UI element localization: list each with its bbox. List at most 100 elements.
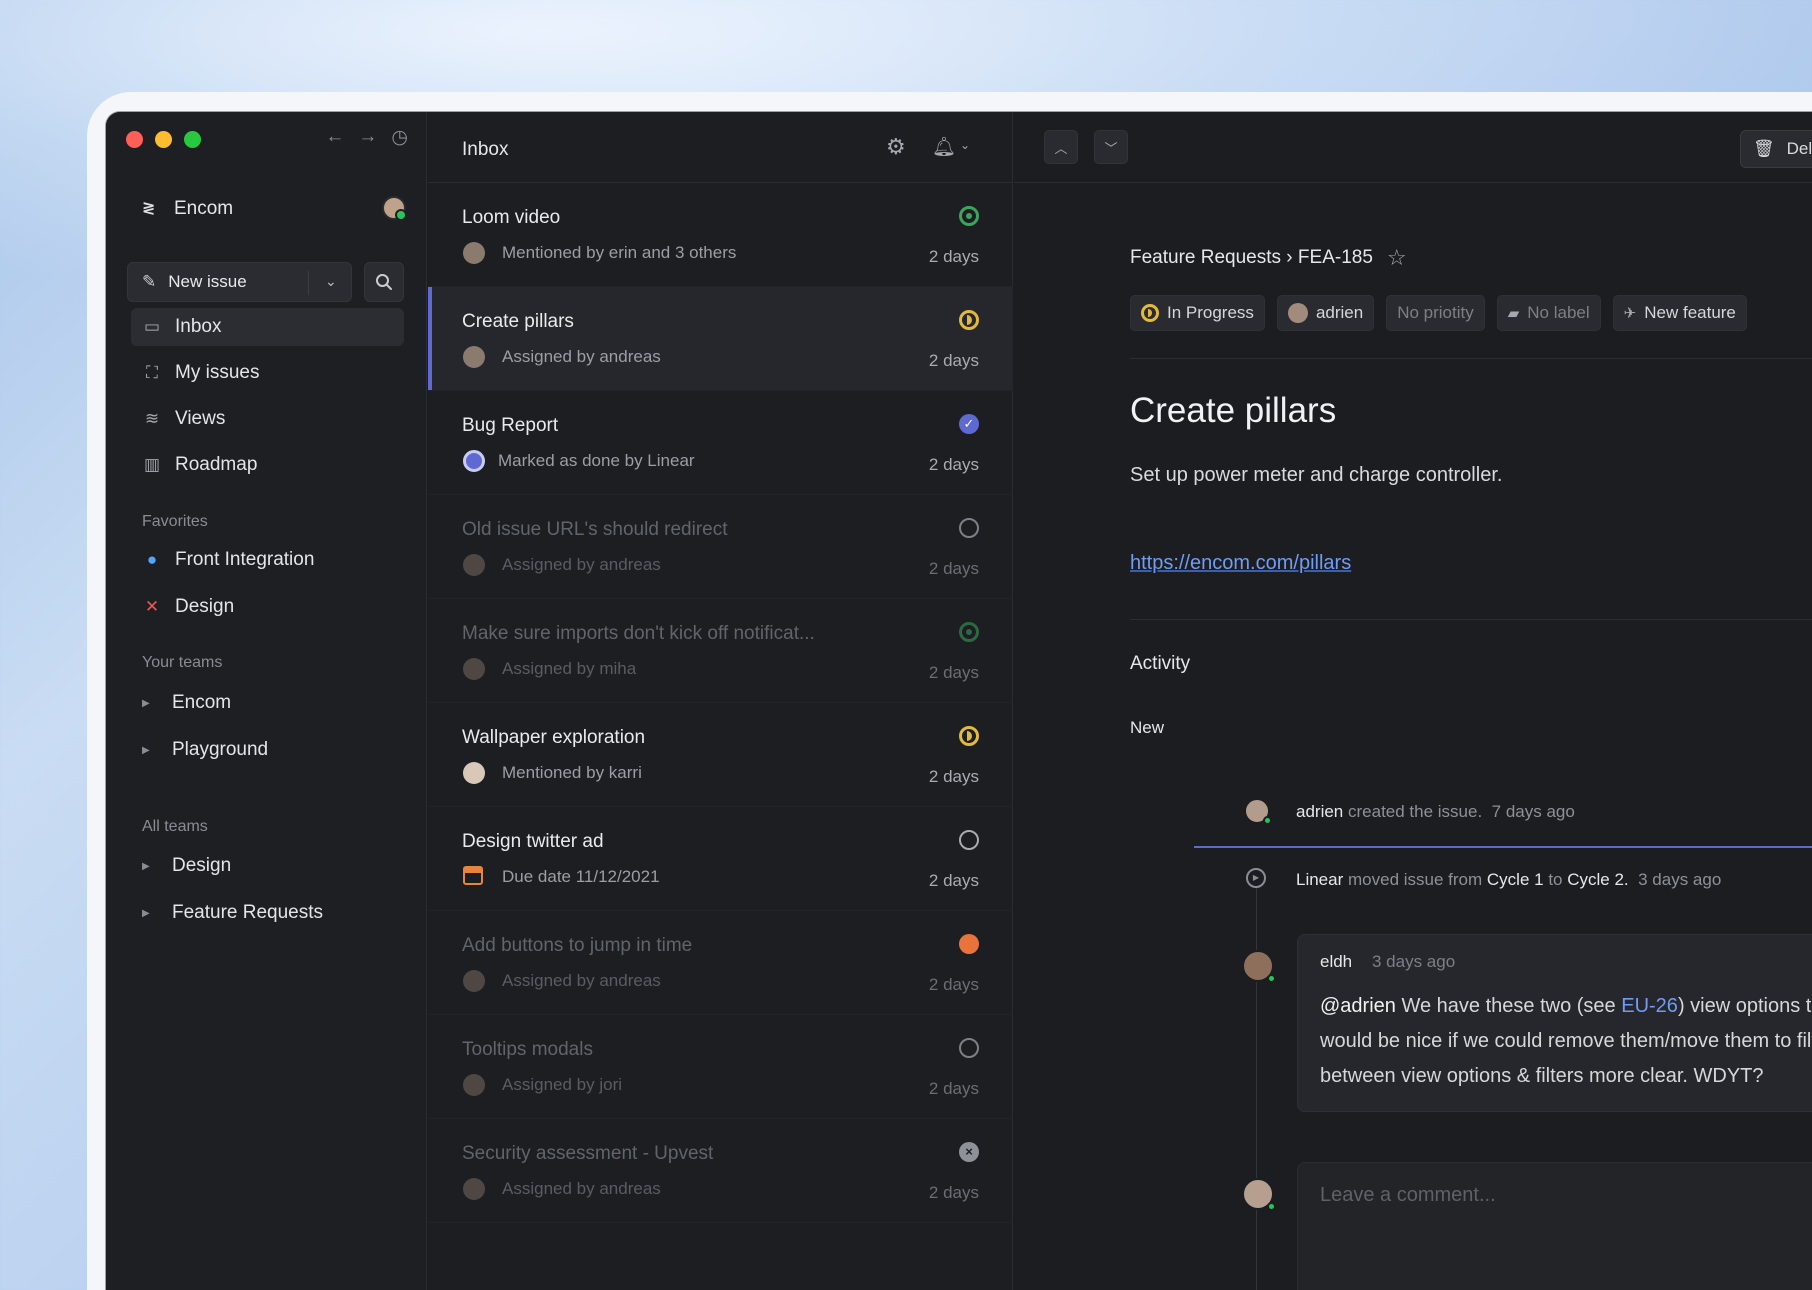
workspace-logo-icon: ≷	[142, 200, 156, 217]
team-item-encom[interactable]: ▶ Encom	[142, 692, 231, 714]
avatar	[463, 658, 485, 680]
next-issue-button[interactable]: ﹀	[1094, 130, 1128, 164]
breadcrumb-text[interactable]: Feature Requests › FEA-185	[1130, 247, 1373, 269]
inbox-item[interactable]: Design twitter ad Due date 11/12/2021 2 …	[428, 807, 1013, 911]
status-orange-icon	[959, 934, 979, 954]
avatar	[463, 554, 485, 576]
label-property[interactable]: ▰ No label	[1496, 295, 1601, 331]
sidebar-item-my-issues[interactable]: ⛶ My issues	[131, 354, 404, 392]
actor-name[interactable]: adrien	[1296, 802, 1343, 822]
history-clock-icon[interactable]: ◷	[391, 126, 408, 149]
issue-description[interactable]: Set up power meter and charge controller…	[1130, 464, 1502, 487]
mention[interactable]: @adrien	[1320, 995, 1396, 1017]
inbox-item[interactable]: Wallpaper exploration Mentioned by karri…	[428, 703, 1013, 807]
activity-time: 3 days ago	[1638, 870, 1722, 889]
avatar	[463, 1178, 485, 1200]
inbox-item-time: 2 days	[928, 975, 979, 994]
previous-issue-button[interactable]: ︿	[1044, 130, 1078, 164]
new-issue-divider	[308, 271, 309, 295]
status-done-icon: ✓	[959, 414, 979, 434]
issue-reference[interactable]: EU-26	[1621, 995, 1678, 1017]
minimize-window-button[interactable]	[155, 131, 172, 148]
delete-button[interactable]: 🗑︎ Dele	[1740, 130, 1812, 168]
cycle-icon: ▶	[1246, 868, 1266, 888]
team-item-playground[interactable]: ▶ Playground	[142, 739, 268, 761]
assignee-label: adrien	[1315, 303, 1364, 322]
chevron-down-icon[interactable]: ⌄	[960, 138, 970, 152]
issue-title[interactable]: Create pillars	[1130, 391, 1336, 431]
activity-text: moved issue from	[1348, 870, 1483, 889]
new-issue-button[interactable]: ✎ New issue ⌄	[127, 262, 352, 302]
back-arrow-icon[interactable]: ←	[325, 126, 344, 149]
inbox-item[interactable]: Bug Report Marked as done by Linear ✓ 2 …	[428, 391, 1013, 495]
sidebar-item-views[interactable]: ≋ Views	[131, 400, 404, 438]
inbox-item[interactable]: Security assessment - Upvest Assigned by…	[428, 1119, 1013, 1223]
inbox-item-subtitle: Assigned by miha	[502, 659, 637, 678]
maximize-window-button[interactable]	[184, 131, 201, 148]
inbox-item[interactable]: Add buttons to jump in time Assigned by …	[428, 911, 1013, 1015]
inbox-item-selected[interactable]: Create pillars Assigned by andreas 2 day…	[428, 287, 1013, 391]
team-label: Playground	[172, 739, 269, 760]
cycle-from[interactable]: Cycle 1	[1487, 870, 1544, 890]
team-item-feature-requests[interactable]: ▶ Feature Requests	[142, 902, 323, 924]
avatar	[1242, 950, 1276, 983]
team-item-design[interactable]: ▶ Design	[142, 855, 231, 877]
timeline-line	[1256, 872, 1257, 1290]
inbox-item-time: 2 days	[928, 247, 979, 266]
status-in-progress-icon	[959, 726, 979, 746]
sidebar-item-design-favorite[interactable]: ✕ Design	[131, 588, 404, 626]
user-avatar[interactable]	[382, 196, 407, 221]
priority-property[interactable]: No priotity	[1386, 295, 1485, 331]
inbox-item-title: Design twitter ad	[462, 831, 604, 852]
actor-name[interactable]: Linear	[1296, 870, 1343, 890]
inbox-item[interactable]: Tooltips modals Assigned by jori 2 days	[428, 1015, 1013, 1119]
cycle-to[interactable]: Cycle 2.	[1567, 870, 1628, 890]
your-teams-heading: Your teams	[142, 654, 223, 671]
inbox-icon: ▭	[143, 317, 161, 336]
inbox-item-subtitle: Assigned by andreas	[502, 1179, 661, 1198]
sidebar-item-front-integration[interactable]: ● Front Integration	[131, 541, 404, 579]
workspace-switcher[interactable]: ≷ Encom	[142, 198, 233, 220]
comment-author[interactable]: eldh	[1320, 952, 1352, 972]
inbox-item-title: Bug Report	[462, 415, 559, 436]
comment-placeholder: Leave a comment...	[1320, 1184, 1496, 1206]
inbox-item-time: 2 days	[928, 455, 979, 474]
sidebar-item-roadmap[interactable]: ▥ Roadmap	[131, 446, 404, 484]
search-button[interactable]	[364, 262, 404, 302]
avatar	[463, 242, 485, 264]
close-window-button[interactable]	[126, 131, 143, 148]
forward-arrow-icon[interactable]: →	[358, 126, 377, 149]
inbox-item-subtitle: Assigned by andreas	[502, 555, 661, 574]
favorites-heading: Favorites	[142, 513, 208, 530]
status-in-progress-icon	[959, 622, 979, 642]
compose-icon: ✎	[142, 272, 157, 291]
assignee-property[interactable]: adrien	[1276, 295, 1375, 331]
inbox-item[interactable]: Old issue URL's should redirect Assigned…	[428, 495, 1013, 599]
sidebar-item-label: Design	[175, 596, 235, 617]
issue-properties: In Progress adrien No priotity ▰ No labe…	[1130, 295, 1747, 331]
avatar	[463, 1074, 485, 1096]
sidebar-item-inbox[interactable]: ▭ Inbox	[131, 308, 404, 346]
issue-link[interactable]: https://encom.com/pillars	[1130, 552, 1351, 575]
inbox-item-title: Wallpaper exploration	[462, 727, 646, 748]
trash-icon: 🗑︎	[1753, 139, 1775, 158]
team-label: Encom	[172, 692, 232, 713]
comment-time: 3 days ago	[1372, 952, 1456, 971]
status-property[interactable]: In Progress	[1130, 295, 1265, 331]
project-property[interactable]: ✈ New feature	[1612, 295, 1747, 331]
avatar	[463, 346, 485, 368]
history-nav: ← → ◷	[325, 126, 408, 149]
inbox-item-time: 2 days	[928, 663, 979, 682]
inbox-item[interactable]: Loom video Mentioned by erin and 3 other…	[428, 183, 1013, 287]
star-icon[interactable]: ☆	[1387, 245, 1407, 271]
priority-label: No priotity	[1397, 303, 1474, 322]
divider	[1130, 619, 1812, 620]
sidebar-item-label: Front Integration	[175, 549, 315, 570]
window-controls	[126, 131, 201, 148]
gear-icon[interactable]: ⚙	[886, 134, 906, 160]
inbox-item-title: Old issue URL's should redirect	[462, 519, 728, 540]
bell-icon[interactable]: 🔔︎	[932, 135, 956, 159]
comment-input[interactable]: Leave a comment...	[1297, 1162, 1812, 1290]
inbox-item[interactable]: Make sure imports don't kick off notific…	[428, 599, 1013, 703]
chevron-down-icon[interactable]: ⌄	[325, 273, 337, 290]
